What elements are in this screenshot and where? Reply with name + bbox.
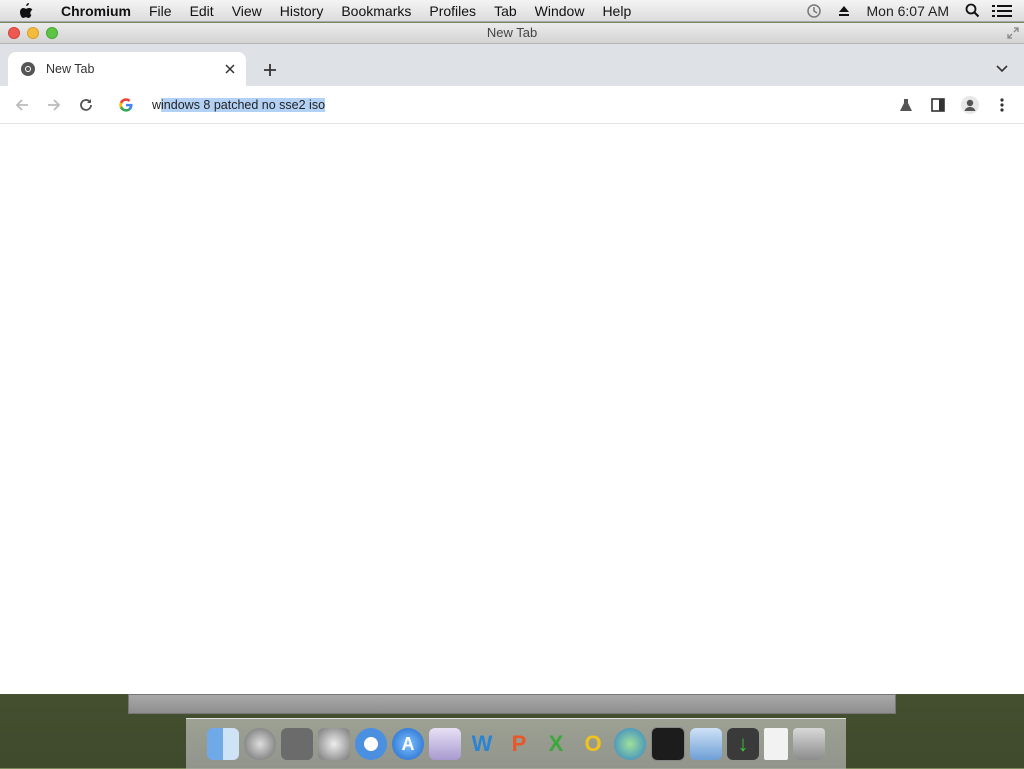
image-capture-icon[interactable] [281,728,313,760]
side-panel-icon[interactable] [924,91,952,119]
time-machine-icon[interactable] [804,3,824,19]
menu-bar: Chromium File Edit View History Bookmark… [0,0,1024,22]
system-preferences-icon[interactable] [318,728,350,760]
window-minimize-button[interactable] [27,27,39,39]
omnibox-text-unselected: w [152,98,162,112]
google-g-icon [118,97,134,113]
menu-help[interactable]: Help [593,0,640,22]
window-titlebar[interactable]: New Tab [0,23,1024,44]
window-close-button[interactable] [8,27,20,39]
page-content[interactable] [0,124,1024,694]
new-tab-button[interactable] [260,60,280,80]
menu-view[interactable]: View [223,0,271,22]
window-zoom-button[interactable] [46,27,58,39]
eject-icon[interactable] [834,3,854,19]
notification-center-icon[interactable] [992,3,1012,19]
chromium-icon[interactable] [355,728,387,760]
network-globe-icon[interactable] [614,728,646,760]
reload-button[interactable] [72,91,100,119]
fullscreen-icon[interactable] [1006,26,1020,40]
menu-edit[interactable]: Edit [181,0,223,22]
menu-tab[interactable]: Tab [485,0,526,22]
document-icon[interactable] [764,728,788,760]
terminal-icon[interactable] [651,727,685,761]
omnibox-input[interactable]: windows 8 patched no sse2 iso [152,98,326,112]
wizard-icon[interactable] [429,728,461,760]
word-icon[interactable]: W [466,728,498,760]
menu-bookmarks[interactable]: Bookmarks [332,0,420,22]
omnibox-text-selected: indows 8 patched no sse2 iso [161,98,326,112]
downloads-icon[interactable]: ↓ [727,728,759,760]
tab-strip: New Tab [0,44,1024,86]
more-menu-icon[interactable] [988,91,1016,119]
browser-toolbar: windows 8 patched no sse2 iso [0,86,1024,124]
excel-icon[interactable]: X [540,728,572,760]
menu-app-name[interactable]: Chromium [52,0,140,22]
browser-window: New Tab New Tab windows 8 patched no sse… [0,23,1024,694]
tab-title: New Tab [46,62,95,76]
powerpoint-icon[interactable]: P [503,728,535,760]
spotlight-search-icon[interactable] [962,3,982,19]
outlook-icon[interactable]: O [577,728,609,760]
menu-file[interactable]: File [140,0,181,22]
tab-new-tab[interactable]: New Tab [8,52,246,86]
menu-history[interactable]: History [271,0,333,22]
tab-close-icon[interactable] [222,61,238,77]
trash-icon[interactable] [793,728,825,760]
dock: A W P X O ↓ [186,718,846,769]
apple-menu-icon[interactable] [18,0,38,22]
chromium-favicon-icon [20,61,36,77]
launchpad-icon[interactable] [244,728,276,760]
back-button[interactable] [8,91,36,119]
virtualbox-icon[interactable] [690,728,722,760]
finder-icon[interactable] [207,728,239,760]
menu-window[interactable]: Window [526,0,594,22]
menu-clock[interactable]: Mon 6:07 AM [859,3,958,19]
profile-avatar-icon[interactable] [956,91,984,119]
background-window-edge [128,694,896,714]
app-store-icon[interactable]: A [392,728,424,760]
tab-search-chevron-icon[interactable] [994,61,1010,77]
omnibox[interactable]: windows 8 patched no sse2 iso [118,95,326,115]
labs-flask-icon[interactable] [892,91,920,119]
menu-profiles[interactable]: Profiles [420,0,485,22]
forward-button[interactable] [40,91,68,119]
window-title: New Tab [486,25,538,40]
